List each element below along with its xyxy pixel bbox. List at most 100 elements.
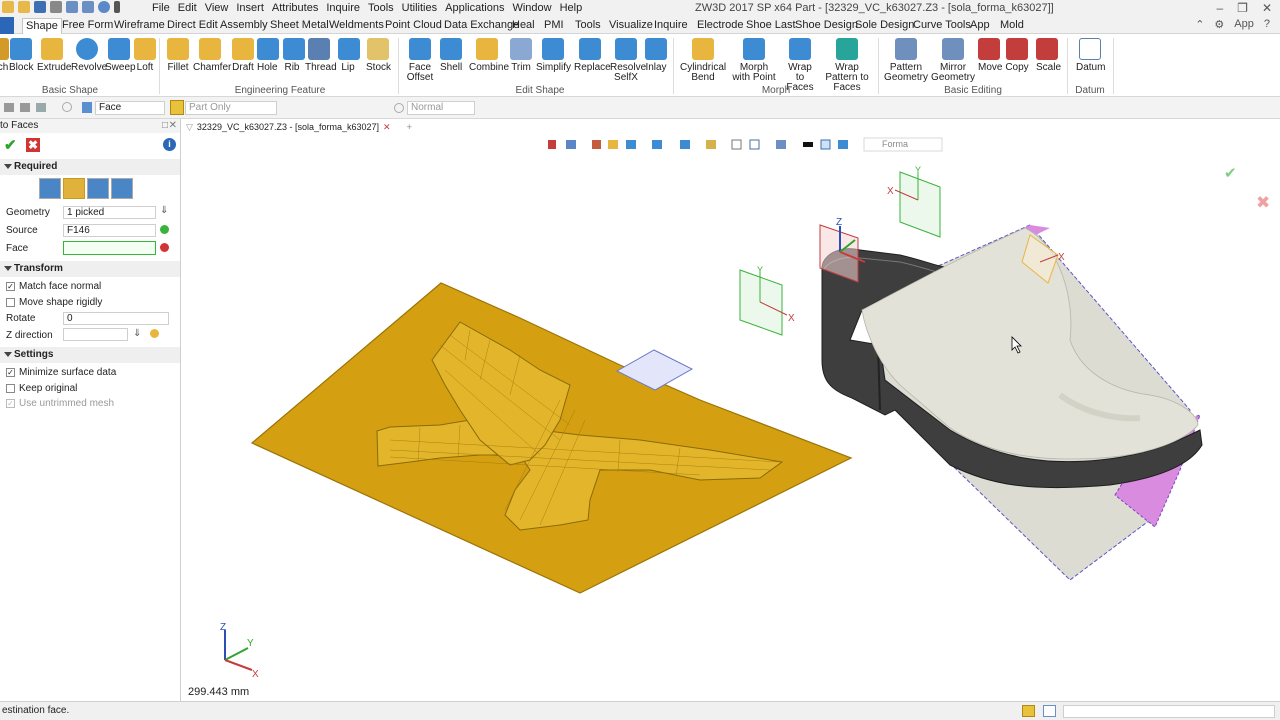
ok-check-icon[interactable]: ✔ <box>4 138 17 153</box>
menu-window[interactable]: Window <box>508 2 555 15</box>
info-icon[interactable]: i <box>163 138 176 151</box>
untrimmed-mesh-checkbox[interactable]: ✓ <box>6 399 15 408</box>
trim-button[interactable]: Trim <box>510 38 532 73</box>
history-icon[interactable] <box>98 1 110 13</box>
extrude-button[interactable]: Extrude <box>37 38 71 73</box>
rotate-field[interactable]: 0 <box>63 312 169 325</box>
close-icon[interactable]: ✕ <box>1262 1 1272 15</box>
filter-icon[interactable] <box>36 103 46 112</box>
tab-list-icon[interactable]: ▽ <box>186 122 193 132</box>
tab-curve-tools[interactable]: Curve Tools <box>913 18 971 34</box>
minus-icon[interactable] <box>20 103 30 112</box>
face-filter-icon[interactable] <box>82 102 92 113</box>
thread-button[interactable]: Thread <box>305 38 337 73</box>
shoe-model[interactable] <box>821 224 1203 581</box>
flattened-sole[interactable] <box>250 282 853 594</box>
app-dropdown[interactable]: App <box>1234 18 1254 31</box>
tab-heal[interactable]: Heal <box>512 18 535 34</box>
render-mode-select[interactable]: Forma <box>882 139 908 149</box>
resolve-selfx-button[interactable]: Resolve SelfX <box>610 38 646 83</box>
method-3-icon[interactable] <box>87 178 109 199</box>
tab-shoe-design[interactable]: Shoe Design <box>795 18 858 34</box>
fillet-button[interactable]: Fillet <box>166 38 190 73</box>
tab-inquire[interactable]: Inquire <box>654 18 688 34</box>
tab-electrode[interactable]: Electrode <box>697 18 743 34</box>
tab-point-cloud[interactable]: Point Cloud <box>385 18 442 34</box>
viewport-cancel-icon[interactable]: ✖ <box>1256 193 1270 213</box>
revolve-button[interactable]: Revolve <box>71 38 107 73</box>
tab-pmi[interactable]: PMI <box>544 18 564 34</box>
tab-visualize[interactable]: Visualize <box>609 18 653 34</box>
grid-icon[interactable] <box>1043 705 1056 717</box>
menu-attributes[interactable]: Attributes <box>268 2 322 15</box>
restore-icon[interactable]: ❐ <box>1237 1 1248 15</box>
new-file-icon[interactable] <box>2 1 14 13</box>
wrap-pattern-to-faces-button[interactable]: Wrap Pattern to Faces <box>821 38 873 93</box>
command-input[interactable] <box>1063 705 1275 718</box>
save-icon[interactable] <box>34 1 46 13</box>
menu-help[interactable]: Help <box>556 2 587 15</box>
method-4-icon[interactable] <box>111 178 133 199</box>
stock-button[interactable]: Stock <box>366 38 391 73</box>
rib-button[interactable]: Rib <box>283 38 305 73</box>
undo-icon[interactable] <box>66 1 78 13</box>
scale-button[interactable]: Scale <box>1036 38 1061 73</box>
graphics-viewport[interactable]: X Y X Y Z X Z Y X ✔ ✖ Forma 299.443 mm <box>182 119 1280 701</box>
method-1-icon[interactable] <box>39 178 61 199</box>
pattern-geometry-button[interactable]: Pattern Geometry <box>884 38 928 83</box>
face-pick-icon[interactable] <box>160 243 169 252</box>
new-tab-icon[interactable]: + <box>407 122 412 132</box>
print-icon[interactable] <box>50 1 62 13</box>
menu-utilities[interactable]: Utilities <box>398 2 441 15</box>
cylindrical-bend-button[interactable]: Cylindrical Bend <box>680 38 726 83</box>
datum-button[interactable]: Datum <box>1076 38 1105 73</box>
simplify-button[interactable]: Simplify <box>536 38 571 73</box>
sweep-button[interactable]: Sweep <box>105 38 136 73</box>
tab-sole-design[interactable]: Sole Design <box>855 18 914 34</box>
open-file-icon[interactable] <box>18 1 30 13</box>
tab-shape[interactable]: Shape <box>22 18 62 34</box>
z-dir-chevron-icon[interactable]: ⇓ <box>133 328 141 339</box>
tab-mold[interactable]: Mold <box>1000 18 1024 34</box>
combine-button[interactable]: Combine <box>469 38 509 73</box>
selection-mode-icon[interactable] <box>170 100 184 115</box>
menu-edit[interactable]: Edit <box>174 2 201 15</box>
section-settings[interactable]: Settings <box>0 347 180 363</box>
tab-data-exchange[interactable]: Data Exchange <box>444 18 519 34</box>
cancel-x-icon[interactable]: ✖ <box>26 138 40 152</box>
datum-plane-top[interactable]: X Y <box>887 165 941 238</box>
shell-button[interactable]: Shell <box>440 38 462 73</box>
tab-app[interactable]: App <box>970 18 990 34</box>
expand-chevron-icon[interactable]: ⇓ <box>160 205 168 216</box>
menu-inquire[interactable]: Inquire <box>322 2 364 15</box>
pin-icon[interactable]: □ <box>162 119 168 133</box>
replace-button[interactable]: Replace <box>574 38 611 73</box>
keep-original-checkbox[interactable] <box>6 384 15 393</box>
method-uv-icon[interactable] <box>63 178 85 199</box>
layout-icon[interactable] <box>1022 705 1035 717</box>
source-pick-icon[interactable] <box>160 225 169 234</box>
ribbon-collapse-icon[interactable]: ⌃ <box>1195 18 1204 31</box>
viewport-ok-icon[interactable]: ✔ <box>1224 164 1237 182</box>
no-entry-icon[interactable] <box>394 103 404 113</box>
block-button[interactable]: Block <box>9 38 33 73</box>
document-close-icon[interactable]: ✕ <box>383 122 391 132</box>
scope-select[interactable]: Part Only <box>185 101 277 115</box>
pick-filter-select[interactable]: Face <box>95 101 165 115</box>
lip-button[interactable]: Lip <box>338 38 360 73</box>
menu-tools[interactable]: Tools <box>364 2 398 15</box>
file-tab[interactable] <box>0 17 14 34</box>
menu-applications[interactable]: Applications <box>441 2 508 15</box>
display-mode-select[interactable]: Normal <box>407 101 475 115</box>
geometry-field[interactable]: 1 picked <box>63 206 156 219</box>
section-transform[interactable]: Transform <box>0 261 180 277</box>
redo-icon[interactable] <box>82 1 94 13</box>
z-dir-pick-icon[interactable] <box>150 329 159 338</box>
tab-free-form[interactable]: Free Form <box>62 18 113 34</box>
mirror-geometry-button[interactable]: Mirror Geometry <box>931 38 975 83</box>
draft-button[interactable]: Draft <box>231 38 255 73</box>
face-offset-button[interactable]: Face Offset <box>403 38 437 83</box>
minimize-surface-checkbox[interactable]: ✓ <box>6 368 15 377</box>
move-rigidly-checkbox[interactable] <box>6 298 15 307</box>
hole-button[interactable]: Hole <box>257 38 279 73</box>
